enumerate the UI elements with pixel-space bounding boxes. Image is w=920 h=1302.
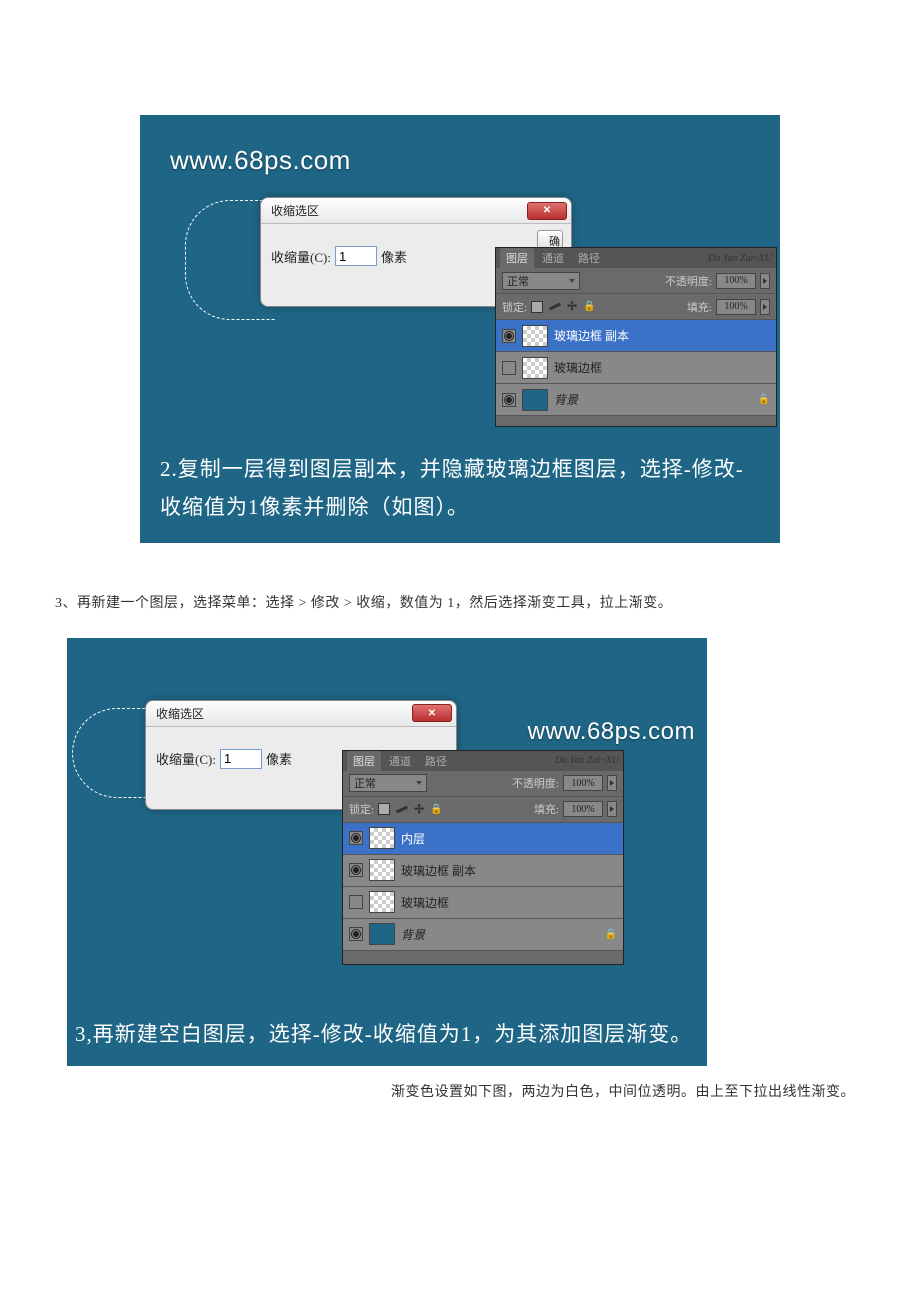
lock-position-icon[interactable]: ✢ bbox=[414, 802, 424, 817]
opacity-value[interactable]: 100% bbox=[563, 775, 603, 791]
lock-transparent-icon[interactable] bbox=[531, 301, 543, 313]
figure-caption: 3,再新建空白图层，选择-修改-收缩值为1，为其添加图层渐变。 bbox=[75, 1016, 699, 1054]
layer-row[interactable]: 玻璃边框 副本 bbox=[496, 320, 776, 352]
eye-icon bbox=[506, 333, 512, 339]
layer-thumbnail[interactable] bbox=[369, 891, 395, 913]
layer-row[interactable]: 玻璃边框 副本 bbox=[343, 855, 623, 887]
close-button[interactable]: ✕ bbox=[527, 202, 567, 220]
eye-icon bbox=[506, 397, 512, 403]
layers-panel: 图层 通道 路径 Da Yan Zai~XU 正常 不透明度: 100% 锁定: bbox=[495, 247, 777, 427]
step-3-instruction: 3、再新建一个图层，选择菜单：选择 > 修改 > 收缩，数值为 1，然后选择渐变… bbox=[55, 591, 865, 618]
eye-icon bbox=[353, 931, 359, 937]
fill-label: 填充: bbox=[534, 801, 559, 817]
tab-paths[interactable]: 路径 bbox=[419, 751, 453, 771]
layers-panel: 图层 通道 路径 Da Yan Zai~XU 正常 不透明度: 100% 锁定: bbox=[342, 750, 624, 965]
layer-name[interactable]: 背景 bbox=[554, 391, 578, 408]
dialog-title: 收缩选区 bbox=[271, 202, 319, 219]
layer-thumbnail[interactable] bbox=[522, 357, 548, 379]
layer-name[interactable]: 玻璃边框 bbox=[554, 359, 602, 376]
contract-by-label: 收缩量(C): bbox=[156, 749, 216, 768]
opacity-label: 不透明度: bbox=[512, 775, 559, 791]
gradient-note: 渐变色设置如下图，两边为白色，中间位透明。由上至下拉出线性渐变。 bbox=[391, 1080, 861, 1107]
eye-icon bbox=[353, 835, 359, 841]
visibility-toggle[interactable] bbox=[502, 393, 516, 407]
contract-value-input[interactable] bbox=[335, 246, 377, 266]
tab-paths[interactable]: 路径 bbox=[572, 248, 606, 268]
dialog-title-bar[interactable]: 收缩选区 ✕ bbox=[261, 198, 571, 224]
panel-signature: Da Yan Zai~XU bbox=[555, 755, 619, 766]
layer-thumbnail[interactable] bbox=[369, 827, 395, 849]
layer-row[interactable]: 内层 bbox=[343, 823, 623, 855]
lock-label: 锁定: bbox=[349, 801, 374, 817]
layer-name[interactable]: 背景 bbox=[401, 926, 425, 943]
visibility-toggle[interactable] bbox=[349, 895, 363, 909]
lock-icon: 🔒 bbox=[605, 929, 617, 940]
layer-thumbnail[interactable] bbox=[522, 325, 548, 347]
lock-icon: 🔒 bbox=[758, 394, 770, 405]
layer-row[interactable]: 背景 🔒 bbox=[496, 384, 776, 416]
layer-name[interactable]: 内层 bbox=[401, 830, 425, 847]
fill-label: 填充: bbox=[687, 299, 712, 315]
tab-channels[interactable]: 通道 bbox=[536, 248, 570, 268]
layer-list: 玻璃边框 副本 玻璃边框 背景 🔒 bbox=[496, 320, 776, 416]
watermark: www.68ps.com bbox=[528, 718, 695, 746]
layer-row[interactable]: 背景 🔒 bbox=[343, 919, 623, 951]
layer-row[interactable]: 玻璃边框 bbox=[496, 352, 776, 384]
fill-spinner[interactable] bbox=[607, 801, 617, 817]
eye-icon bbox=[353, 867, 359, 873]
layer-thumbnail[interactable] bbox=[369, 859, 395, 881]
lock-controls[interactable]: ✢ 🔒 bbox=[378, 802, 443, 817]
layer-name[interactable]: 玻璃边框 副本 bbox=[401, 862, 476, 879]
visibility-toggle[interactable] bbox=[502, 329, 516, 343]
fill-spinner[interactable] bbox=[760, 299, 770, 315]
contract-by-label: 收缩量(C): bbox=[271, 247, 331, 266]
visibility-toggle[interactable] bbox=[349, 927, 363, 941]
tab-layers[interactable]: 图层 bbox=[500, 248, 534, 268]
tab-channels[interactable]: 通道 bbox=[383, 751, 417, 771]
layer-thumbnail[interactable] bbox=[522, 389, 548, 411]
visibility-toggle[interactable] bbox=[349, 863, 363, 877]
figure-caption: 2.复制一层得到图层副本，并隐藏玻璃边框图层，选择-修改-收缩值为1像素并删除（… bbox=[160, 451, 760, 527]
layer-row[interactable]: 玻璃边框 bbox=[343, 887, 623, 919]
lock-label: 锁定: bbox=[502, 299, 527, 315]
tutorial-figure-2: www.68ps.com 收缩选区 ✕ 收缩量(C): 像素 确 取 bbox=[140, 115, 780, 543]
pixels-unit: 像素 bbox=[266, 749, 292, 768]
opacity-spinner[interactable] bbox=[607, 775, 617, 791]
lock-all-icon[interactable]: 🔒 bbox=[583, 301, 595, 312]
layer-name[interactable]: 玻璃边框 副本 bbox=[554, 327, 629, 344]
layer-list: 内层 玻璃边框 副本 玻璃边框 背景 bbox=[343, 823, 623, 951]
fill-value[interactable]: 100% bbox=[716, 299, 756, 315]
tab-layers[interactable]: 图层 bbox=[347, 751, 381, 771]
visibility-toggle[interactable] bbox=[349, 831, 363, 845]
dialog-title-bar[interactable]: 收缩选区 ✕ bbox=[146, 701, 456, 727]
panel-signature: Da Yan Zai~XU bbox=[708, 253, 772, 264]
lock-all-icon[interactable]: 🔒 bbox=[430, 804, 442, 815]
tutorial-figure-3: www.68ps.com 收缩选区 ✕ 收缩量(C): 像素 图层 通道 路径 bbox=[67, 638, 707, 1066]
fill-value[interactable]: 100% bbox=[563, 801, 603, 817]
opacity-value[interactable]: 100% bbox=[716, 273, 756, 289]
pixels-unit: 像素 bbox=[381, 247, 407, 266]
lock-controls[interactable]: ✢ 🔒 bbox=[531, 299, 596, 314]
lock-transparent-icon[interactable] bbox=[378, 803, 390, 815]
visibility-toggle[interactable] bbox=[502, 361, 516, 375]
contract-value-input[interactable] bbox=[220, 749, 262, 769]
opacity-spinner[interactable] bbox=[760, 273, 770, 289]
blend-mode-select[interactable]: 正常 bbox=[502, 272, 580, 290]
layer-name[interactable]: 玻璃边框 bbox=[401, 894, 449, 911]
blend-mode-select[interactable]: 正常 bbox=[349, 774, 427, 792]
layer-thumbnail[interactable] bbox=[369, 923, 395, 945]
dialog-title: 收缩选区 bbox=[156, 705, 204, 722]
lock-image-icon[interactable] bbox=[549, 303, 561, 311]
opacity-label: 不透明度: bbox=[665, 273, 712, 289]
lock-position-icon[interactable]: ✢ bbox=[567, 299, 577, 314]
close-button[interactable]: ✕ bbox=[412, 704, 452, 722]
lock-image-icon[interactable] bbox=[396, 805, 408, 813]
watermark: www.68ps.com bbox=[170, 145, 351, 176]
